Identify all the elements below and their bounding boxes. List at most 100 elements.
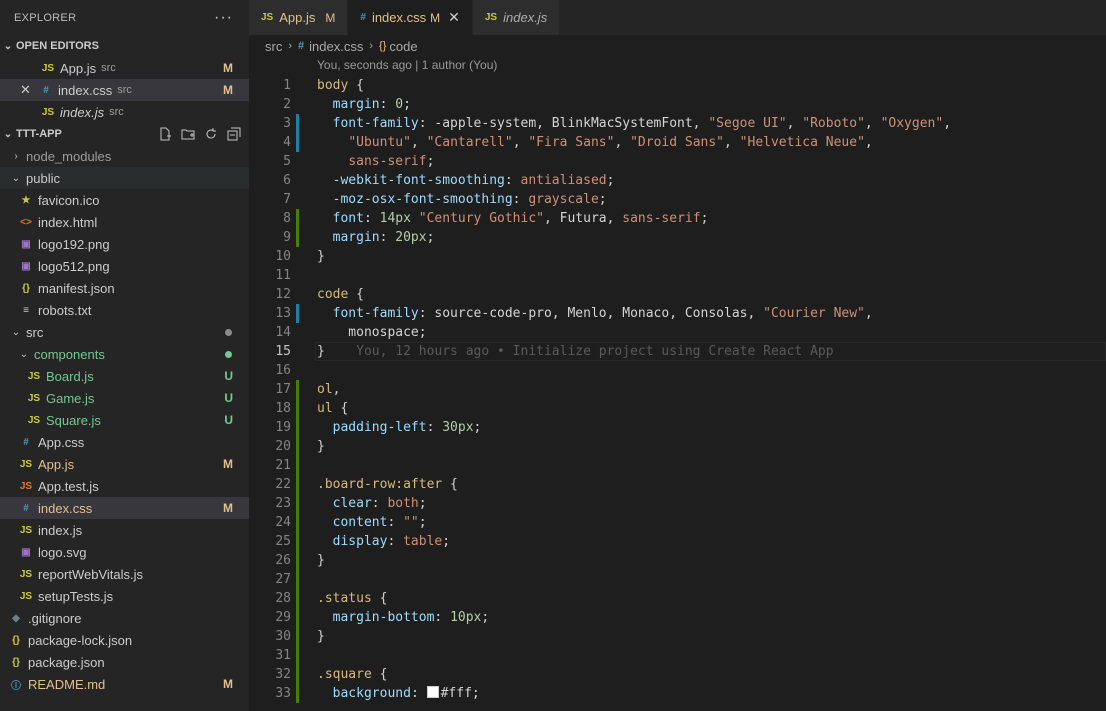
code-line[interactable]: 2 margin: 0; (249, 95, 1106, 114)
code-line[interactable]: 27 (249, 570, 1106, 589)
code-line[interactable]: 25 display: table; (249, 532, 1106, 551)
diff-gutter-marker[interactable] (296, 114, 299, 133)
open-editor-item[interactable]: JS App.js src M (0, 57, 249, 79)
close-icon[interactable]: ✕ (20, 82, 38, 98)
code-line[interactable]: 29 margin-bottom: 10px; (249, 608, 1106, 627)
code-editor[interactable]: 1 body {2 margin: 0; 3 font-family: -apple… (249, 76, 1106, 711)
diff-gutter-marker[interactable] (296, 513, 299, 532)
code-line[interactable]: 19 padding-left: 30px; (249, 418, 1106, 437)
diff-gutter-marker[interactable] (296, 570, 299, 589)
tree-file[interactable]: ⓘ README.md M (0, 673, 249, 695)
tab-index-css[interactable]: # index.css M ✕ (348, 0, 473, 35)
code-line[interactable]: 14 monospace; (249, 323, 1106, 342)
open-editors-section[interactable]: ⌄ OPEN EDITORS (0, 35, 249, 57)
tree-file[interactable]: JS reportWebVitals.js (0, 563, 249, 585)
code-line[interactable]: 7 -moz-osx-font-smoothing: grayscale; (249, 190, 1106, 209)
diff-gutter-marker[interactable] (296, 228, 299, 247)
new-folder-icon[interactable] (181, 127, 195, 141)
tree-file[interactable]: ▣ logo512.png (0, 255, 249, 277)
diff-gutter-marker[interactable] (296, 551, 299, 570)
code-line[interactable]: 1 body { (249, 76, 1106, 95)
project-section[interactable]: ⌄ TTT-APP (0, 123, 249, 145)
tab-app-js[interactable]: JS App.js M (249, 0, 349, 35)
diff-gutter-marker[interactable] (296, 665, 299, 684)
code-line[interactable]: 30} (249, 627, 1106, 646)
breadcrumb-symbol[interactable]: code (389, 39, 417, 54)
code-line[interactable]: 18 ul { (249, 399, 1106, 418)
diff-gutter-marker[interactable] (296, 494, 299, 513)
codelens-blame[interactable]: You, seconds ago | 1 author (You) (317, 58, 497, 72)
code-line[interactable]: 32 .square { (249, 665, 1106, 684)
tree-file-selected[interactable]: # index.css M (0, 497, 249, 519)
code-line[interactable]: 13 font-family: source-code-pro, Menlo, … (249, 304, 1106, 323)
tree-file[interactable]: # App.css (0, 431, 249, 453)
tree-file[interactable]: {} manifest.json (0, 277, 249, 299)
collapse-all-icon[interactable] (227, 127, 241, 141)
tree-folder-node_modules[interactable]: › node_modules (0, 145, 249, 167)
code-line[interactable]: 10} (249, 247, 1106, 266)
tab-index-js[interactable]: JS index.js (472, 0, 561, 35)
diff-gutter-marker[interactable] (296, 684, 299, 703)
diff-gutter-marker[interactable] (296, 304, 299, 323)
code-line[interactable]: 9 margin: 20px; (249, 228, 1106, 247)
diff-gutter-marker[interactable] (296, 418, 299, 437)
code-line[interactable]: 23 clear: both; (249, 494, 1106, 513)
breadcrumb-file[interactable]: index.css (309, 39, 363, 54)
tree-file[interactable]: ▣ logo.svg (0, 541, 249, 563)
tree-folder-public[interactable]: ⌄ public (0, 167, 249, 189)
code-line[interactable]: 20} (249, 437, 1106, 456)
code-line[interactable]: 26} (249, 551, 1106, 570)
tree-folder-components[interactable]: ⌄ components (0, 343, 249, 365)
more-actions-icon[interactable]: ··· (214, 9, 233, 27)
tree-file[interactable]: ★ favicon.ico (0, 189, 249, 211)
refresh-icon[interactable] (204, 127, 218, 141)
diff-gutter-marker[interactable] (296, 532, 299, 551)
diff-gutter-marker[interactable] (296, 627, 299, 646)
tree-file[interactable]: {} package.json (0, 651, 249, 673)
tree-file[interactable]: JS Game.js U (0, 387, 249, 409)
code-line[interactable]: 11 (249, 266, 1106, 285)
code-line[interactable]: 6 -webkit-font-smoothing: antialiased; (249, 171, 1106, 190)
code-line[interactable]: 4 "Ubuntu", "Cantarell", "Fira Sans", "D… (249, 133, 1106, 152)
tree-file[interactable]: JS setupTests.js (0, 585, 249, 607)
close-icon[interactable]: ✕ (448, 9, 460, 26)
tree-file[interactable]: JS Board.js U (0, 365, 249, 387)
new-file-icon[interactable] (158, 127, 172, 141)
diff-gutter-marker[interactable] (296, 399, 299, 418)
code-line[interactable]: 28 .status { (249, 589, 1106, 608)
diff-gutter-marker[interactable] (296, 475, 299, 494)
code-line[interactable]: 33 background: #fff; (249, 684, 1106, 703)
diff-gutter-marker[interactable] (296, 646, 299, 665)
diff-gutter-marker[interactable] (296, 589, 299, 608)
code-line[interactable]: 17 ol, (249, 380, 1106, 399)
tree-file[interactable]: JS App.js M (0, 453, 249, 475)
tree-file[interactable]: ≡ robots.txt (0, 299, 249, 321)
code-line[interactable]: 8 font: 14px "Century Gothic", Futura, s… (249, 209, 1106, 228)
code-line[interactable]: 16 (249, 361, 1106, 380)
diff-gutter-marker[interactable] (296, 608, 299, 627)
code-line[interactable]: 5 sans-serif; (249, 152, 1106, 171)
tree-file[interactable]: ▣ logo192.png (0, 233, 249, 255)
diff-gutter-marker[interactable] (296, 456, 299, 475)
tree-file[interactable]: JS index.js (0, 519, 249, 541)
open-editor-item[interactable]: JS index.js src (0, 101, 249, 123)
tree-folder-src[interactable]: ⌄ src (0, 321, 249, 343)
code-line[interactable]: 12 code { (249, 285, 1106, 304)
code-line[interactable]: 21 (249, 456, 1106, 475)
diff-gutter-marker[interactable] (296, 133, 299, 152)
diff-gutter-marker[interactable] (296, 209, 299, 228)
code-line[interactable]: 24 content: ""; (249, 513, 1106, 532)
code-line[interactable]: 22 .board-row:after { (249, 475, 1106, 494)
code-line[interactable]: 31 (249, 646, 1106, 665)
code-line[interactable]: 3 font-family: -apple-system, BlinkMacSy… (249, 114, 1106, 133)
code-line[interactable]: 15} You, 12 hours ago • Initialize proje… (249, 342, 1106, 361)
tree-file[interactable]: ◆ .gitignore (0, 607, 249, 629)
tree-file[interactable]: JS Square.js U (0, 409, 249, 431)
tree-file[interactable]: <> index.html (0, 211, 249, 233)
tree-file[interactable]: {} package-lock.json (0, 629, 249, 651)
tree-file[interactable]: JS App.test.js (0, 475, 249, 497)
diff-gutter-marker[interactable] (296, 380, 299, 399)
diff-gutter-marker[interactable] (296, 437, 299, 456)
open-editor-item-active[interactable]: ✕ # index.css src M (0, 79, 249, 101)
breadcrumb-folder[interactable]: src (265, 39, 282, 54)
